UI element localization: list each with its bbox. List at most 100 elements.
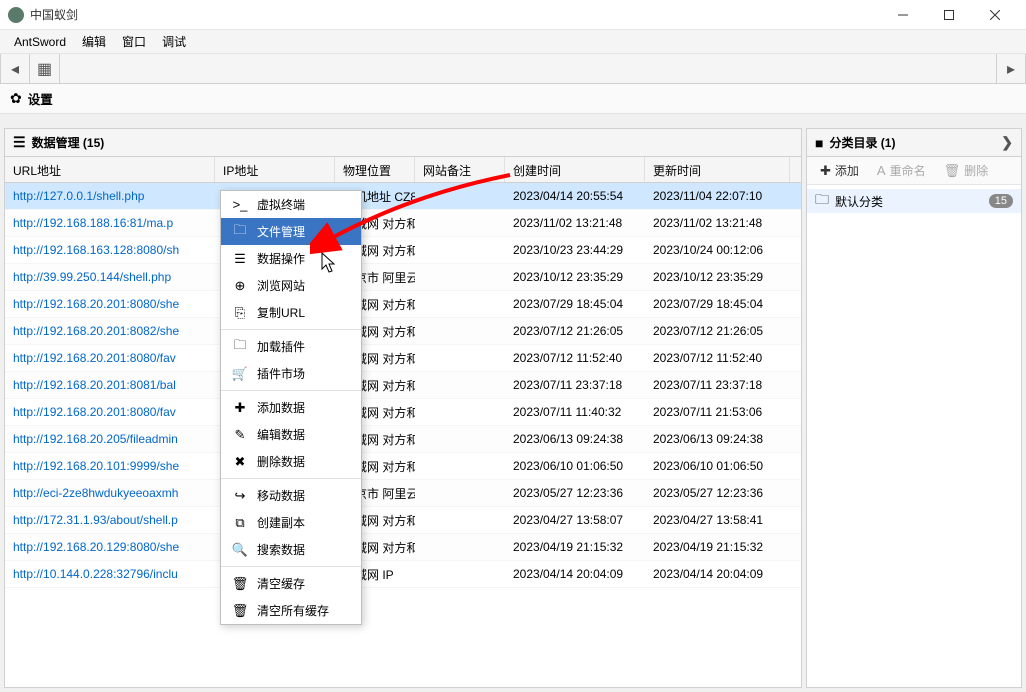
rename-category-button[interactable]: A 重命名: [868, 159, 935, 182]
menu-item-搜索数据[interactable]: 🔍搜索数据: [221, 536, 361, 563]
table-row[interactable]: http://192.168.20.201:8080/fav192.168.20…: [5, 345, 801, 372]
url-link[interactable]: http://192.168.20.201:8082/she: [13, 324, 179, 338]
trash-icon: 🗑: [231, 603, 249, 619]
table-row[interactable]: http://10.144.0.228:32796/inclu局域网 IP202…: [5, 561, 801, 588]
url-link[interactable]: http://127.0.0.1/shell.php: [13, 189, 144, 203]
table-row[interactable]: http://eci-2ze8hwdukyeeoaxmh106.14.123.1…: [5, 480, 801, 507]
menu-item-加载插件[interactable]: 🗀加载插件: [221, 333, 361, 360]
db-icon: ☰: [231, 251, 249, 267]
cell-url: http://127.0.0.1/shell.php: [5, 189, 215, 203]
url-link[interactable]: http://192.168.20.201:8080/fav: [13, 405, 176, 419]
menu-item-添加数据[interactable]: ✚添加数据: [221, 394, 361, 421]
url-link[interactable]: http://192.168.20.101:9999/she: [13, 459, 179, 473]
grid-header: URL地址 IP地址 物理位置 网站备注 创建时间 更新时间: [5, 157, 801, 183]
table-row[interactable]: http://192.168.20.201:8080/she192.168.20…: [5, 291, 801, 318]
cell-updated: 2023/07/11 23:37:18: [645, 378, 790, 392]
cell-updated: 2023/07/12 21:26:05: [645, 324, 790, 338]
table-row[interactable]: http://192.168.20.101:9999/she局域网 对方和您20…: [5, 453, 801, 480]
menu-item-插件市场[interactable]: 🛒 插件市场: [221, 360, 361, 387]
col-note[interactable]: 网站备注: [415, 157, 505, 182]
cell-created: 2023/11/02 13:21:48: [505, 216, 645, 230]
col-url[interactable]: URL地址: [5, 157, 215, 182]
category-default[interactable]: 🗀 默认分类 15: [807, 189, 1021, 213]
cell-url: http://10.144.0.228:32796/inclu: [5, 567, 215, 581]
table-row[interactable]: http://192.168.20.201:8080/fav192.168.20…: [5, 399, 801, 426]
menu-item-虚拟终端[interactable]: >_虚拟终端: [221, 191, 361, 218]
url-link[interactable]: http://172.31.1.93/about/shell.p: [13, 513, 178, 527]
table-row[interactable]: http://172.31.1.93/about/shell.p局域网 对方和您…: [5, 507, 801, 534]
url-link[interactable]: http://192.168.163.128:8080/sh: [13, 243, 179, 257]
menu-item-编辑数据[interactable]: ✎ 编辑数据: [221, 421, 361, 448]
table-row[interactable]: http://192.168.20.201:8082/she192.168.20…: [5, 318, 801, 345]
url-link[interactable]: http://eci-2ze8hwdukyeeoaxmh: [13, 486, 178, 500]
cell-url: http://eci-2ze8hwdukyeeoaxmh: [5, 486, 215, 500]
menu-label: 插件市场: [257, 365, 305, 382]
col-ct[interactable]: 创建时间: [505, 157, 645, 182]
col-ut[interactable]: 更新时间: [645, 157, 790, 182]
delete-label: 删除: [964, 162, 988, 179]
context-menu[interactable]: >_虚拟终端🗀文件管理☰数据操作⊕浏览网站⎘复制URL 🗀加载插件 🛒 插件市场 ✚添加…: [220, 190, 362, 625]
table-row[interactable]: http://192.168.188.16:81/ma.p192.168.188…: [5, 210, 801, 237]
font-icon: A: [877, 163, 886, 178]
maximize-button[interactable]: [926, 0, 972, 30]
menu-item-清空缓存[interactable]: 🗑清空缓存: [221, 570, 361, 597]
menu-edit[interactable]: 编辑: [74, 30, 114, 53]
add-category-button[interactable]: ✚添加: [811, 159, 868, 182]
table-row[interactable]: http://192.168.163.128:8080/sh局域网 对方和您20…: [5, 237, 801, 264]
menu-item-数据操作[interactable]: ☰数据操作: [221, 245, 361, 272]
table-row[interactable]: http://39.99.250.144/shell.php北京市 阿里云202…: [5, 264, 801, 291]
add-label: 添加: [835, 162, 859, 179]
toolbar-back-button[interactable]: ◂: [0, 54, 30, 83]
cell-updated: 2023/04/19 21:15:32: [645, 540, 790, 554]
url-link[interactable]: http://192.168.20.129:8080/she: [13, 540, 179, 554]
search-icon: 🔍: [231, 542, 249, 558]
collapse-icon[interactable]: ❯: [1001, 134, 1013, 151]
cart-icon: 🛒: [231, 366, 249, 382]
settings-tab[interactable]: ✿ 设置: [0, 84, 1026, 114]
url-link[interactable]: http://39.99.250.144/shell.php: [13, 270, 171, 284]
table-row[interactable]: http://192.168.20.205/fileadmin局域网 对方和您2…: [5, 426, 801, 453]
table-row[interactable]: http://127.0.0.1/shell.php127.0.0.1本机地址 …: [5, 183, 801, 210]
url-link[interactable]: http://10.144.0.228:32796/inclu: [13, 567, 178, 581]
pencil-icon: ✎: [231, 427, 249, 443]
rename-label: 重命名: [890, 162, 926, 179]
menu-separator: [221, 478, 361, 479]
cell-updated: 2023/10/12 23:35:29: [645, 270, 790, 284]
menu-label: 编辑数据: [257, 426, 305, 443]
menu-item-复制URL[interactable]: ⎘复制URL: [221, 299, 361, 326]
menu-separator: [221, 390, 361, 391]
category-panel: ■ 分类目录 (1) ❯ ✚添加 A重命名 🗑删除 🗀 默认分类 15: [806, 128, 1022, 688]
category-tree: 🗀 默认分类 15: [807, 185, 1021, 687]
delete-category-button[interactable]: 🗑删除: [935, 159, 998, 182]
menu-window[interactable]: 窗口: [114, 30, 154, 53]
dup-icon: ⧉: [231, 515, 249, 531]
url-link[interactable]: http://192.168.188.16:81/ma.p: [13, 216, 173, 230]
col-phys[interactable]: 物理位置: [335, 157, 415, 182]
menu-antsword[interactable]: AntSword: [6, 32, 74, 52]
cell-created: 2023/04/14 20:04:09: [505, 567, 645, 581]
menu-debug[interactable]: 调试: [154, 30, 194, 53]
url-link[interactable]: http://192.168.20.205/fileadmin: [13, 432, 178, 446]
folder-icon: ■: [815, 135, 823, 151]
menu-item-浏览网站[interactable]: ⊕浏览网站: [221, 272, 361, 299]
table-row[interactable]: http://192.168.20.129:8080/she局域网 对方和您20…: [5, 534, 801, 561]
url-link[interactable]: http://192.168.20.201:8080/fav: [13, 351, 176, 365]
toolbar-grid-button[interactable]: ▦: [30, 54, 60, 83]
url-link[interactable]: http://192.168.20.201:8080/she: [13, 297, 179, 311]
url-link[interactable]: http://192.168.20.201:8081/bal: [13, 378, 176, 392]
toolbar-forward-button[interactable]: ▸: [996, 54, 1026, 83]
data-panel-header: ☰ 数据管理 (15): [5, 129, 801, 157]
menu-item-删除数据[interactable]: ✖删除数据: [221, 448, 361, 475]
menu-label: 文件管理: [257, 223, 305, 240]
menu-item-清空所有缓存[interactable]: 🗑清空所有缓存: [221, 597, 361, 624]
menu-item-移动数据[interactable]: ↪移动数据: [221, 482, 361, 509]
data-grid[interactable]: URL地址 IP地址 物理位置 网站备注 创建时间 更新时间 http://12…: [5, 157, 801, 687]
grid-body: http://127.0.0.1/shell.php127.0.0.1本机地址 …: [5, 183, 801, 588]
menu-item-创建副本[interactable]: ⧉创建副本: [221, 509, 361, 536]
minimize-button[interactable]: [880, 0, 926, 30]
cell-created: 2023/06/10 01:06:50: [505, 459, 645, 473]
menu-item-文件管理[interactable]: 🗀文件管理: [221, 218, 361, 245]
close-button[interactable]: [972, 0, 1018, 30]
table-row[interactable]: http://192.168.20.201:8081/bal192.168.20…: [5, 372, 801, 399]
col-ip[interactable]: IP地址: [215, 157, 335, 182]
